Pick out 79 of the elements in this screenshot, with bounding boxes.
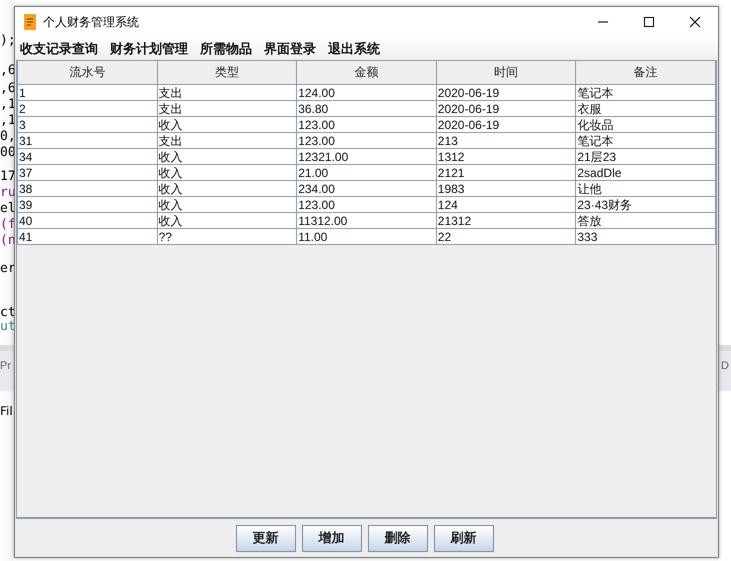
code-fragment: ,1 <box>0 98 16 112</box>
table-cell: 234.00 <box>296 180 436 196</box>
code-fragment: ,1 <box>0 114 16 128</box>
table-cell: 支出 <box>157 84 297 100</box>
table-cell: 收入 <box>157 164 297 180</box>
panel-tab-label: D <box>721 360 729 372</box>
table-cell: 支出 <box>157 100 297 116</box>
code-fragment: er <box>0 262 16 276</box>
table-cell: 40 <box>18 212 158 228</box>
table-cell: 333 <box>576 228 716 244</box>
table-cell: 38 <box>18 180 158 196</box>
menu-item[interactable]: 收支记录查询 <box>20 40 98 58</box>
table-cell: 2020-06-19 <box>436 116 576 132</box>
document-icon <box>24 14 36 30</box>
table-cell: 2121 <box>436 164 576 180</box>
action-button[interactable]: 增加 <box>302 524 362 552</box>
code-fragment: 17 <box>0 170 16 184</box>
code-fragment: 0, <box>0 130 16 144</box>
table-cell: 11312.00 <box>296 212 436 228</box>
column-header[interactable]: 金额 <box>296 61 436 84</box>
table-cell: 31 <box>18 132 158 148</box>
table-cell: ?? <box>157 228 297 244</box>
menu-item[interactable]: 财务计划管理 <box>110 40 188 58</box>
action-button[interactable]: 删除 <box>368 524 428 552</box>
table-cell: 2 <box>18 100 158 116</box>
table-cell: 39 <box>18 196 158 212</box>
table-cell: 3 <box>18 116 158 132</box>
menu-item[interactable]: 所需物品 <box>200 40 252 58</box>
table-cell: 41 <box>18 228 158 244</box>
table-cell: 123.00 <box>296 196 436 212</box>
table-cell: 收入 <box>157 116 297 132</box>
table-cell: 1983 <box>436 180 576 196</box>
table-cell: 36.80 <box>296 100 436 116</box>
table-cell: 2020-06-19 <box>436 100 576 116</box>
table-cell: 收入 <box>157 148 297 164</box>
table-cell: 收入 <box>157 196 297 212</box>
table-cell: 21.00 <box>296 164 436 180</box>
table-cell: 衣服 <box>576 100 716 116</box>
table-cell: 2020-06-19 <box>436 84 576 100</box>
table-cell: 23·43财务 <box>576 196 716 212</box>
table-cell: 答放 <box>576 212 716 228</box>
table-cell: 1312 <box>436 148 576 164</box>
code-fragment: ); <box>0 34 16 48</box>
table-cell: 收入 <box>157 212 297 228</box>
table-cell: 124 <box>436 196 576 212</box>
table-cell: 34 <box>18 148 158 164</box>
table-cell: 笔记本 <box>576 132 716 148</box>
column-header[interactable]: 时间 <box>436 61 576 84</box>
table-cell: 12321.00 <box>296 148 436 164</box>
table-cell: 收入 <box>157 180 297 196</box>
table-cell: 21312 <box>436 212 576 228</box>
table-cell: 37 <box>18 164 158 180</box>
action-button[interactable]: 刷新 <box>434 524 494 552</box>
table-cell: 2sadDle <box>576 164 716 180</box>
table-cell: 123.00 <box>296 132 436 148</box>
window-title: 个人财务管理系统 <box>43 14 139 30</box>
table-cell: 124.00 <box>296 84 436 100</box>
table-cell: 123.00 <box>296 116 436 132</box>
code-fragment: ct <box>0 306 16 320</box>
code-fragment: ut <box>0 320 16 334</box>
table-cell: 213 <box>436 132 576 148</box>
code-fragment: el <box>0 202 16 216</box>
table-cell: 1 <box>18 84 158 100</box>
column-header[interactable]: 类型 <box>157 61 297 84</box>
table-cell: 11.00 <box>296 228 436 244</box>
table-cell: 支出 <box>157 132 297 148</box>
file-label: Fil <box>0 404 13 418</box>
action-button[interactable]: 更新 <box>236 524 296 552</box>
table-cell: 让他 <box>576 180 716 196</box>
column-header[interactable]: 备注 <box>576 61 716 84</box>
table-cell: 21层23 <box>576 148 716 164</box>
panel-tab-label: Pr <box>0 360 11 372</box>
table-cell: 化妆品 <box>576 116 716 132</box>
code-fragment: (f <box>0 218 16 232</box>
menu-item[interactable]: 界面登录 <box>264 40 316 58</box>
table-cell: 22 <box>436 228 576 244</box>
menu-item[interactable]: 退出系统 <box>328 40 380 58</box>
column-header[interactable]: 流水号 <box>18 61 158 84</box>
table-cell: 笔记本 <box>576 84 716 100</box>
